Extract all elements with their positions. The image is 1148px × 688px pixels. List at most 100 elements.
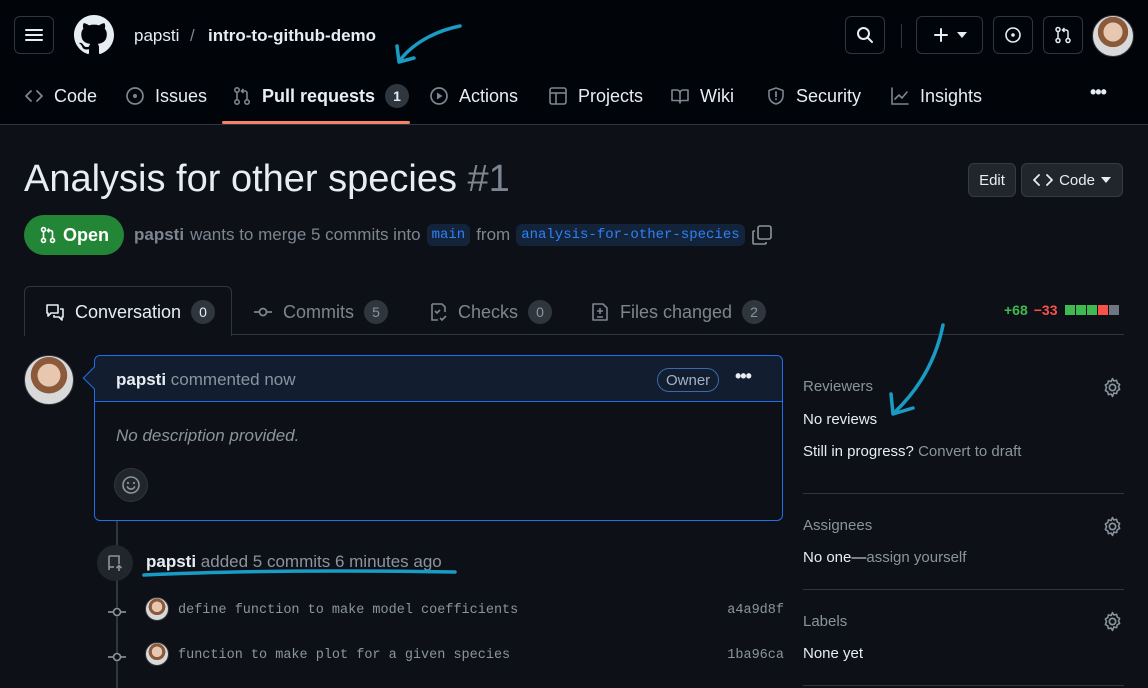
nav-more-button[interactable]: •••: [1090, 80, 1107, 104]
convert-to-draft-link[interactable]: Convert to draft: [918, 443, 1021, 460]
add-reaction-button[interactable]: [114, 468, 148, 502]
commit-message[interactable]: define function to make model coefficien…: [178, 603, 518, 618]
copy-icon[interactable]: [751, 224, 773, 246]
edit-button[interactable]: Edit: [968, 163, 1016, 197]
comment-header-text: papsti commented now: [116, 370, 296, 390]
push-author-link[interactable]: papsti: [146, 552, 196, 571]
checklist-icon: [431, 303, 447, 322]
git-commit-icon: [108, 652, 126, 662]
tab-commits[interactable]: Commits 5: [253, 298, 388, 326]
comment-discussion-icon: [46, 304, 64, 321]
nav-security-label: Security: [796, 85, 862, 106]
nav-code-label: Code: [54, 85, 98, 106]
assignees-value: No one—assign yourself: [803, 549, 966, 566]
issues-button[interactable]: [993, 16, 1033, 54]
diff-additions: +68: [1004, 302, 1028, 318]
reviewers-value: No reviews: [803, 411, 878, 428]
assignees-heading: Assignees: [803, 517, 873, 534]
owner-badge-label: Owner: [666, 371, 711, 389]
search-icon: [857, 27, 873, 43]
in-progress-text: Still in progress?: [803, 443, 914, 460]
tab-commits-label: Commits: [283, 301, 354, 322]
diffstat-block: [1086, 305, 1097, 315]
edit-button-label: Edit: [979, 171, 1005, 189]
pr-meta: papsti wants to merge 5 commits into mai…: [134, 224, 773, 246]
merge-text: wants to merge 5 commits into: [190, 225, 421, 244]
tab-files-changed[interactable]: Files changed 2: [590, 298, 767, 326]
tab-checks[interactable]: Checks 0: [428, 298, 553, 326]
git-commit-icon: [108, 607, 126, 617]
assignees-none: No one—: [803, 549, 867, 566]
search-button[interactable]: [845, 16, 885, 54]
user-avatar[interactable]: [1092, 15, 1134, 57]
hamburger-icon: [25, 29, 43, 41]
gear-icon[interactable]: [1102, 516, 1123, 537]
tab-checks-label: Checks: [458, 301, 519, 322]
pr-author-link[interactable]: papsti: [134, 225, 184, 245]
page-title: Analysis for other species #1: [24, 158, 510, 201]
kebab-horizontal-icon: •••: [1090, 81, 1107, 102]
comment-author-link[interactable]: papsti: [116, 370, 166, 389]
diffstat-blocks: [1064, 305, 1119, 315]
annotation-arrow-reviewers: [889, 323, 945, 416]
pull-requests-button[interactable]: [1043, 16, 1083, 54]
commit-row: function to make plot for a given specie…: [108, 642, 788, 669]
comment-options-button[interactable]: •••: [735, 366, 752, 387]
commit-sha[interactable]: a4a9d8f: [727, 603, 784, 618]
menu-button[interactable]: [14, 16, 54, 54]
nav-insights[interactable]: Insights: [890, 84, 982, 108]
sidebar-divider: [803, 685, 1124, 686]
nav-pull-requests[interactable]: Pull requests 1: [232, 84, 410, 108]
assign-yourself-link[interactable]: assign yourself: [866, 549, 966, 566]
diffstat: +68 −33: [1004, 302, 1119, 318]
triangle-down-icon: [956, 32, 967, 38]
comment-author-avatar[interactable]: [24, 355, 74, 405]
nav-code[interactable]: Code: [24, 84, 97, 108]
diffstat-block: [1075, 305, 1086, 315]
gear-icon[interactable]: [1102, 611, 1123, 632]
nav-wiki[interactable]: Wiki: [670, 84, 734, 108]
graph-icon: [891, 87, 909, 105]
plus-icon: [933, 28, 948, 42]
code-dropdown-button[interactable]: Code: [1021, 163, 1123, 197]
book-icon: [671, 89, 689, 104]
shield-icon: [768, 87, 784, 105]
code-icon: [1033, 174, 1053, 186]
tab-conversation-label: Conversation: [75, 301, 182, 322]
git-pull-request-icon: [40, 226, 56, 244]
nav-issues[interactable]: Issues: [125, 84, 207, 108]
tab-conversation[interactable]: Conversation 0: [45, 298, 216, 326]
gear-icon[interactable]: [1102, 377, 1123, 398]
create-new-button[interactable]: [916, 16, 983, 54]
diffstat-block: [1097, 305, 1108, 315]
push-event-text: papsti added 5 commits 6 minutes ago: [146, 552, 442, 572]
commit-author-avatar[interactable]: [145, 597, 169, 621]
files-count: 2: [742, 300, 767, 324]
push-event-badge: [97, 545, 133, 581]
nav-actions-label: Actions: [459, 85, 519, 106]
reviewers-heading: Reviewers: [803, 378, 874, 395]
table-icon: [549, 87, 567, 105]
sidebar-divider: [803, 493, 1124, 494]
git-pull-request-icon: [233, 86, 251, 106]
commit-message[interactable]: function to make plot for a given specie…: [178, 648, 510, 663]
issue-opened-icon: [126, 87, 144, 105]
breadcrumb-repo[interactable]: intro-to-github-demo: [208, 26, 376, 46]
nav-security[interactable]: Security: [766, 84, 861, 108]
nav-actions[interactable]: Actions: [429, 84, 518, 108]
labels-value: None yet: [803, 645, 864, 662]
conversation-count: 0: [191, 300, 216, 324]
triangle-down-icon: [1100, 177, 1111, 183]
commit-sha[interactable]: 1ba96ca: [727, 648, 784, 663]
code-icon: [25, 90, 43, 102]
git-commit-icon: [254, 307, 272, 317]
commit-author-avatar[interactable]: [145, 642, 169, 666]
base-branch[interactable]: main: [426, 224, 471, 246]
github-logo-icon[interactable]: [74, 15, 114, 55]
nav-projects[interactable]: Projects: [548, 84, 643, 108]
checks-count: 0: [528, 300, 553, 324]
head-branch[interactable]: analysis-for-other-species: [516, 224, 745, 246]
issue-opened-icon: [1005, 27, 1021, 43]
nav-pull-requests-label: Pull requests: [262, 85, 376, 106]
breadcrumb-owner[interactable]: papsti: [134, 26, 179, 46]
